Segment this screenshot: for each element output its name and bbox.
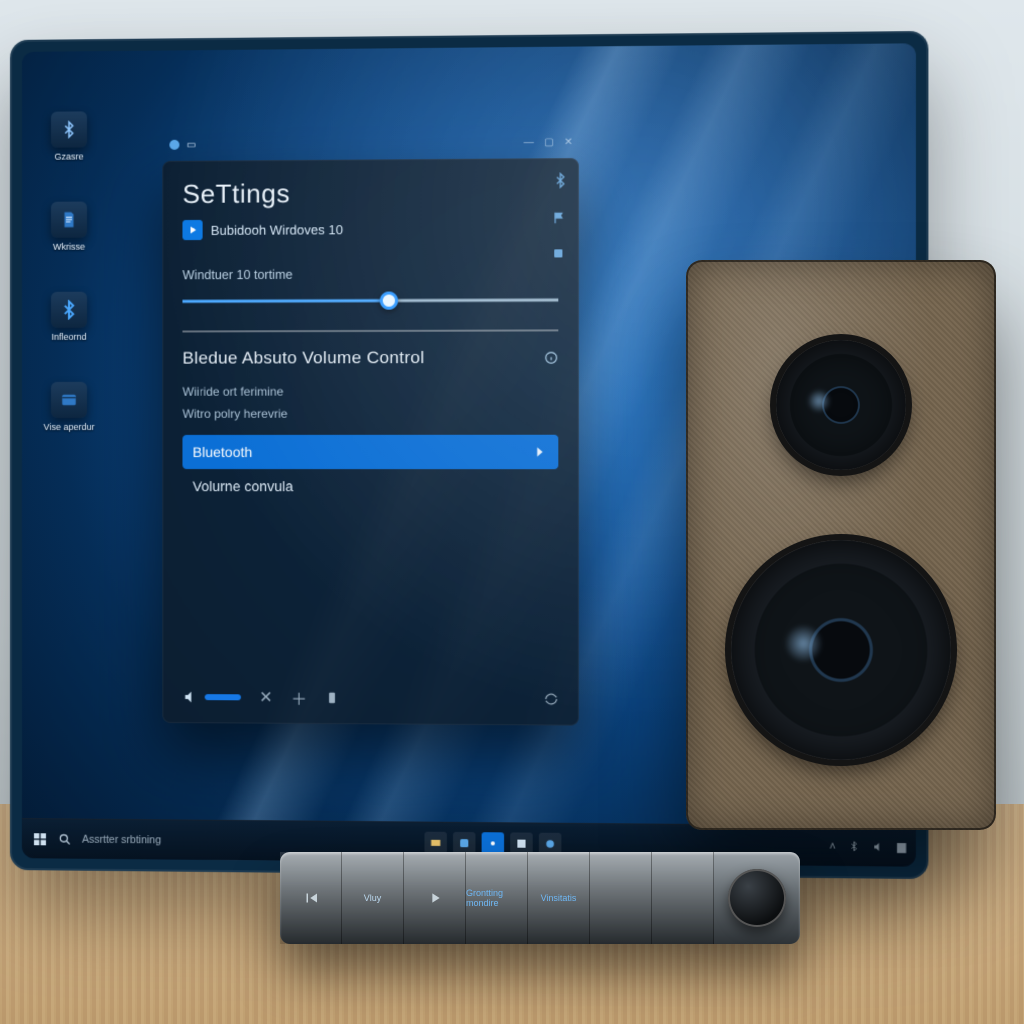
mini-volume[interactable] [182,689,240,705]
taskbar-search-hint[interactable]: Assrtter srbtining [82,833,161,846]
close-button[interactable]: ✕ [564,136,573,147]
add-icon[interactable]: ＋ [291,686,307,710]
tray-network-icon[interactable]: ▆ [897,840,905,852]
desktop-icon-bluetooth-2[interactable]: Infleornd [36,292,102,342]
start-button[interactable] [32,831,48,847]
bluetooth-icon[interactable] [552,172,568,188]
maximize-button[interactable]: ▢ [544,136,554,147]
desktop-icon-label: Infleornd [51,332,86,342]
panel-title: SeTtings [182,176,558,210]
speaker-icon [182,689,198,705]
panel-side-icons [552,172,568,259]
tray-volume-icon[interactable] [872,840,884,852]
minimize-button[interactable]: — [524,137,534,148]
breadcrumb[interactable]: Bubidooh Wirdoves 10 [182,218,558,240]
pin-icon[interactable] [552,247,568,259]
bluetooth-icon [51,292,87,328]
taskbar-app-1[interactable] [424,831,446,853]
media-icon [51,382,87,418]
section-sub-1: Wiiride ort ferimine [182,384,558,399]
dock-label-1[interactable]: Vluy [342,852,404,944]
slider-fill [182,299,388,303]
dock-play-button[interactable] [404,852,466,944]
dock-text: Vluy [364,893,382,903]
section-title-text: Bledue Absuto Volume Control [182,348,424,369]
list-item-volume[interactable]: Volurne convula [182,469,558,504]
list-item-label: Volurne convula [193,478,294,494]
taskbar-app-2[interactable] [453,831,475,853]
tray-chevron-icon[interactable]: ˄ [829,840,835,852]
play-icon [182,220,202,240]
settings-panel: ▭ — ▢ ✕ SeTtings [162,158,578,726]
desktop-icon-bluetooth[interactable]: Gzasre [36,111,102,162]
dock-volume-knob[interactable] [728,869,786,927]
titlebar-tab-icon: ▭ [186,139,196,150]
dock-seg-narrow[interactable] [590,852,652,944]
search-icon[interactable] [58,832,72,846]
speaker-tweeter [776,340,906,470]
divider [182,329,558,332]
settings-list: Bluetooth Volurne convula [182,435,558,504]
dock-text: Grontting mondire [466,888,527,908]
device-icon[interactable] [325,691,339,705]
document-icon [51,202,87,238]
section-title: Bledue Absuto Volume Control [182,348,558,369]
desktop-icon-label: Vise aperdur [44,422,95,432]
chevron-right-icon [532,444,548,460]
breadcrumb-label: Bubidooh Wirdoves 10 [211,222,343,238]
audio-dock: Vluy Grontting mondire Vinsitatis [280,852,800,944]
dock-seg-narrow-2[interactable] [652,852,714,944]
section-sub-2: Witro polry herevrie [182,406,558,420]
list-item-label: Bluetooth [193,444,253,460]
list-item-bluetooth[interactable]: Bluetooth [182,435,558,469]
desktop-icon-document[interactable]: Wkrisse [36,201,102,251]
panel-footer: ✕ ＋ [182,675,558,711]
panel-titlebar: ▭ — ▢ ✕ [162,130,578,157]
dock-label-2[interactable]: Grontting mondire [466,852,528,944]
info-icon[interactable] [544,351,558,365]
desktop-icon-label: Wkrisse [53,242,85,252]
desktop-icon-label: Gzasre [54,151,83,161]
desktop-icons-column: Gzasre Wkrisse Infleornd Vise aperdur [36,111,102,432]
volume-slider[interactable] [182,289,558,313]
flag-icon[interactable] [552,211,568,225]
taskbar-app-settings[interactable] [481,832,503,854]
dock-prev-button[interactable] [280,852,342,944]
bluetooth-icon [51,111,87,147]
setting-label: Windtuer 10 tortime [182,267,558,283]
speaker-woofer [731,540,951,760]
close-icon[interactable]: ✕ [259,687,273,707]
titlebar-app-icon [168,139,180,151]
dock-label-3[interactable]: Vinsitatis [528,852,590,944]
slider-thumb[interactable] [379,292,397,310]
desktop-icon-media[interactable]: Vise aperdur [36,382,102,432]
mini-volume-bar [205,694,241,700]
dock-text: Vinsitatis [541,893,577,903]
bluetooth-speaker [686,260,996,830]
refresh-icon[interactable] [544,692,558,706]
tray-bluetooth-icon[interactable] [848,841,859,852]
